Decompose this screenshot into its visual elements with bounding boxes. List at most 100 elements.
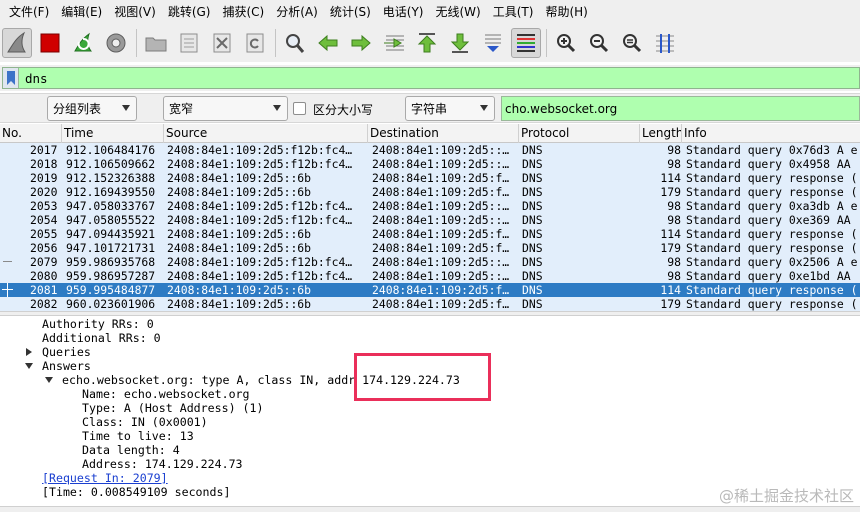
related-packet-marker bbox=[7, 283, 8, 297]
find-packet-icon[interactable] bbox=[280, 28, 310, 58]
menu-go[interactable]: 跳转(G) bbox=[163, 1, 216, 23]
zoom-out-icon[interactable] bbox=[584, 28, 614, 58]
go-forward-icon[interactable] bbox=[346, 28, 376, 58]
answer-type-field[interactable]: Type: A (Host Address) (1) bbox=[82, 401, 263, 415]
go-last-icon[interactable] bbox=[445, 28, 475, 58]
column-header-info[interactable]: Info bbox=[682, 124, 860, 143]
search-type-select[interactable]: 字符串 bbox=[405, 96, 495, 121]
go-to-packet-icon[interactable] bbox=[379, 28, 409, 58]
column-header-destination[interactable]: Destination bbox=[368, 124, 519, 143]
cell-no: 2019 bbox=[30, 171, 58, 185]
bookmark-icon[interactable] bbox=[3, 68, 19, 88]
go-back-icon[interactable] bbox=[313, 28, 343, 58]
menu-analyze[interactable]: 分析(A) bbox=[271, 1, 323, 23]
cell-protocol: DNS bbox=[522, 241, 543, 255]
table-row[interactable]: 2082 960.023601906 2408:84e1:109:2d5::6b… bbox=[0, 297, 860, 311]
capture-options-icon[interactable] bbox=[101, 28, 131, 58]
answer-ttl-field[interactable]: Time to live: 13 bbox=[82, 429, 194, 443]
zoom-normal-icon[interactable] bbox=[617, 28, 647, 58]
table-row[interactable]: 2020 912.169439550 2408:84e1:109:2d5::6b… bbox=[0, 185, 860, 199]
cell-protocol: DNS bbox=[522, 297, 543, 311]
response-time-field[interactable]: [Time: 0.008549109 seconds] bbox=[42, 485, 230, 499]
search-input[interactable]: cho.websocket.org bbox=[501, 96, 860, 121]
menu-wireless[interactable]: 无线(W) bbox=[431, 1, 486, 23]
table-row[interactable]: 2019 912.152326388 2408:84e1:109:2d5::6b… bbox=[0, 171, 860, 185]
menu-capture[interactable]: 捕获(C) bbox=[217, 1, 269, 23]
packet-list[interactable]: 2017 912.106484176 2408:84e1:109:2d5:f12… bbox=[0, 143, 860, 311]
request-in-link[interactable]: [Request In: 2079] bbox=[42, 471, 168, 485]
chevron-down-icon bbox=[273, 105, 281, 111]
case-sensitive-checkbox[interactable] bbox=[293, 102, 306, 115]
open-file-icon[interactable] bbox=[141, 28, 171, 58]
search-input-text: cho.websocket.org bbox=[505, 101, 618, 116]
cell-time: 960.023601906 bbox=[66, 297, 156, 311]
column-header-source[interactable]: Source bbox=[164, 124, 368, 143]
collapse-arrow-icon[interactable] bbox=[45, 377, 53, 383]
authority-rrs-field[interactable]: Authority RRs: 0 bbox=[42, 317, 154, 331]
case-sensitive-label: 区分大小写 bbox=[313, 103, 374, 117]
queries-tree-item[interactable]: Queries bbox=[42, 345, 91, 359]
cell-time: 947.094435921 bbox=[66, 227, 156, 241]
close-file-icon[interactable] bbox=[207, 28, 237, 58]
expand-arrow-icon[interactable] bbox=[26, 348, 32, 356]
menu-file[interactable]: 文件(F) bbox=[4, 1, 54, 23]
table-row-selected[interactable]: 2081 959.995484877 2408:84e1:109:2d5::6b… bbox=[0, 283, 860, 297]
cell-length: 114 bbox=[660, 227, 681, 241]
additional-rrs-field[interactable]: Additional RRs: 0 bbox=[42, 331, 161, 345]
stop-capture-icon[interactable] bbox=[35, 28, 65, 58]
menu-tools[interactable]: 工具(T) bbox=[488, 1, 539, 23]
menu-edit[interactable]: 编辑(E) bbox=[56, 1, 107, 23]
table-row[interactable]: 2056 947.101721731 2408:84e1:109:2d5::6b… bbox=[0, 241, 860, 255]
pane-splitter-bottom[interactable] bbox=[0, 506, 860, 512]
menu-bar: 文件(F) 编辑(E) 视图(V) 跳转(G) 捕获(C) 分析(A) 统计(S… bbox=[0, 0, 860, 24]
menu-telephony[interactable]: 电话(Y) bbox=[378, 1, 429, 23]
table-row[interactable]: 2017 912.106484176 2408:84e1:109:2d5:f12… bbox=[0, 143, 860, 157]
char-width-select[interactable]: 宽窄 bbox=[163, 96, 288, 121]
autoscroll-icon[interactable] bbox=[478, 28, 508, 58]
display-filter-input[interactable]: dns bbox=[2, 67, 860, 89]
search-in-select[interactable]: 分组列表 bbox=[47, 96, 137, 121]
cell-source: 2408:84e1:109:2d5:f12b:fc4… bbox=[167, 213, 353, 227]
cell-protocol: DNS bbox=[522, 213, 543, 227]
resize-columns-icon[interactable] bbox=[650, 28, 680, 58]
column-header-protocol[interactable]: Protocol bbox=[519, 124, 640, 143]
cell-length: 179 bbox=[660, 241, 681, 255]
cell-length: 114 bbox=[660, 171, 681, 185]
colorize-icon[interactable] bbox=[511, 28, 541, 58]
reload-file-icon[interactable] bbox=[240, 28, 270, 58]
column-header-time[interactable]: Time bbox=[62, 124, 164, 143]
restart-capture-icon[interactable] bbox=[68, 28, 98, 58]
cell-protocol: DNS bbox=[522, 227, 543, 241]
table-row[interactable]: 2055 947.094435921 2408:84e1:109:2d5::6b… bbox=[0, 227, 860, 241]
packet-list-header: No. Time Source Destination Protocol Len… bbox=[0, 124, 860, 143]
table-row[interactable]: 2079 959.986935768 2408:84e1:109:2d5:f12… bbox=[0, 255, 860, 269]
char-width-value: 宽窄 bbox=[169, 102, 194, 116]
column-header-no[interactable]: No. bbox=[0, 124, 62, 143]
cell-info: Standard query 0xe369 AA bbox=[686, 213, 851, 227]
table-row[interactable]: 2053 947.058033767 2408:84e1:109:2d5:f12… bbox=[0, 199, 860, 213]
table-row[interactable]: 2080 959.986957287 2408:84e1:109:2d5:f12… bbox=[0, 269, 860, 283]
go-first-icon[interactable] bbox=[412, 28, 442, 58]
save-file-icon[interactable] bbox=[174, 28, 204, 58]
answer-address-field[interactable]: Address: 174.129.224.73 bbox=[82, 457, 243, 471]
cell-info: Standard query response ( bbox=[686, 227, 858, 241]
answers-tree-item[interactable]: Answers bbox=[42, 359, 91, 373]
cell-length: 179 bbox=[660, 297, 681, 311]
cell-length: 114 bbox=[660, 283, 681, 297]
shark-fin-icon[interactable] bbox=[2, 28, 32, 58]
answer-class-field[interactable]: Class: IN (0x0001) bbox=[82, 415, 208, 429]
menu-view[interactable]: 视图(V) bbox=[109, 1, 161, 23]
table-row[interactable]: 2054 947.058055522 2408:84e1:109:2d5:f12… bbox=[0, 213, 860, 227]
answer-data-length-field[interactable]: Data length: 4 bbox=[82, 443, 180, 457]
answer-name-field[interactable]: Name: echo.websocket.org bbox=[82, 387, 250, 401]
cell-info: Standard query 0x76d3 A e bbox=[686, 143, 858, 157]
column-header-length[interactable]: Length bbox=[640, 124, 682, 143]
zoom-in-icon[interactable] bbox=[551, 28, 581, 58]
collapse-arrow-icon[interactable] bbox=[25, 363, 33, 369]
table-row[interactable]: 2018 912.106509662 2408:84e1:109:2d5:f12… bbox=[0, 157, 860, 171]
watermark-text: @稀土掘金技术社区 bbox=[718, 487, 854, 505]
cell-info: Standard query 0xa3db A e bbox=[686, 199, 858, 213]
menu-help[interactable]: 帮助(H) bbox=[540, 1, 592, 23]
menu-statistics[interactable]: 统计(S) bbox=[325, 1, 376, 23]
packet-details-pane[interactable]: Authority RRs: 0 Additional RRs: 0 Queri… bbox=[0, 316, 860, 506]
